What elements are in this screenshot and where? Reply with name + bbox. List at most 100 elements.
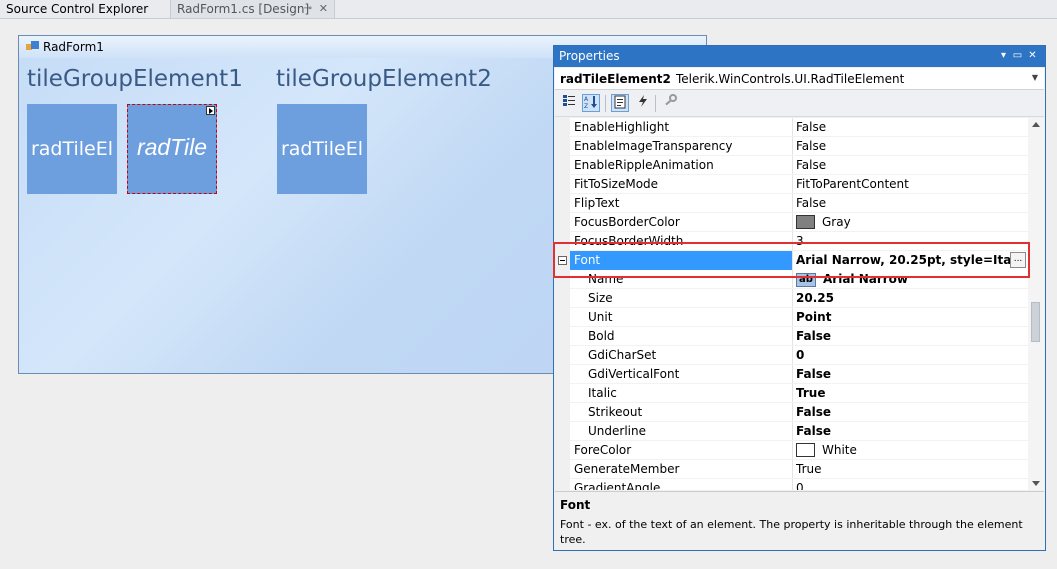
property-row[interactable]: EnableHighlight False bbox=[555, 118, 1028, 137]
property-value[interactable]: False bbox=[796, 365, 1026, 384]
property-name: EnableImageTransparency bbox=[574, 139, 733, 153]
property-grid-scrollbar[interactable] bbox=[1028, 118, 1044, 490]
tab-label: RadForm1.cs [Design] bbox=[177, 2, 310, 16]
property-name: Font bbox=[570, 251, 792, 270]
property-value[interactable]: True bbox=[796, 384, 1026, 403]
property-value[interactable]: False bbox=[796, 194, 1026, 213]
scrollbar-thumb[interactable] bbox=[1031, 302, 1040, 342]
property-value[interactable]: False bbox=[796, 403, 1026, 422]
property-row[interactable]: GradientAngle 0 bbox=[555, 479, 1028, 490]
properties-title: Properties bbox=[559, 49, 620, 63]
property-row[interactable]: ForeColor White bbox=[555, 441, 1028, 460]
property-row[interactable]: Strikeout False bbox=[555, 403, 1028, 422]
events-icon[interactable] bbox=[634, 94, 652, 112]
object-name: radTileElement2 bbox=[560, 72, 671, 86]
property-name: GradientAngle bbox=[574, 481, 661, 490]
property-value[interactable]: 20.25 bbox=[796, 289, 1026, 308]
tab-radform1-design[interactable]: RadForm1.cs [Design] ⊸ ✕ bbox=[170, 0, 335, 18]
description-pane: Font Font - ex. of the text of an elemen… bbox=[555, 491, 1044, 549]
object-type: Telerik.WinControls.UI.RadTileElement bbox=[676, 72, 905, 86]
properties-titlebar: Properties ▾ ▭ ✕ bbox=[554, 46, 1045, 67]
property-row[interactable]: Underline False bbox=[555, 422, 1028, 441]
property-row[interactable]: FlipText False bbox=[555, 194, 1028, 213]
property-value[interactable]: False bbox=[796, 156, 1026, 175]
property-name: FocusBorderColor bbox=[574, 215, 680, 229]
property-row[interactable]: EnableImageTransparency False bbox=[555, 137, 1028, 156]
property-value[interactable]: False bbox=[796, 118, 1026, 137]
categorized-icon[interactable] bbox=[560, 94, 578, 112]
close-icon[interactable]: ✕ bbox=[319, 0, 328, 18]
ellipsis-button[interactable]: ... bbox=[1010, 252, 1026, 268]
property-name: GdiVerticalFont bbox=[588, 367, 680, 381]
property-value-text: White bbox=[822, 443, 857, 457]
property-row[interactable]: Size 20.25 bbox=[555, 289, 1028, 308]
document-tab-strip: Source Control Explorer RadForm1.cs [Des… bbox=[0, 0, 1057, 19]
property-name: FocusBorderWidth bbox=[574, 234, 684, 248]
form-title: RadForm1 bbox=[43, 40, 104, 54]
color-swatch bbox=[796, 214, 815, 229]
property-value-text: Gray bbox=[822, 215, 851, 229]
property-value-text: Arial Narrow bbox=[823, 272, 909, 286]
maximize-icon[interactable]: ▭ bbox=[1011, 49, 1024, 63]
property-row[interactable]: Italic True bbox=[555, 384, 1028, 403]
property-name: GdiCharSet bbox=[588, 348, 657, 362]
tile-selected[interactable]: radTile bbox=[127, 104, 217, 194]
tile[interactable]: radTileEl bbox=[27, 104, 117, 194]
property-name: EnableHighlight bbox=[574, 120, 670, 134]
tile-text: radTile bbox=[136, 134, 208, 160]
property-name: GenerateMember bbox=[574, 462, 680, 476]
smart-tag-icon[interactable] bbox=[206, 106, 215, 115]
property-name: Underline bbox=[588, 424, 646, 438]
property-value[interactable]: White bbox=[796, 441, 1026, 460]
tab-source-control-explorer[interactable]: Source Control Explorer bbox=[0, 0, 168, 18]
alphabetical-icon[interactable]: AZ bbox=[582, 94, 600, 112]
property-value[interactable]: False bbox=[796, 327, 1026, 346]
property-name: Size bbox=[588, 291, 613, 305]
property-value[interactable]: Point bbox=[796, 308, 1026, 327]
tile-text: radTileEl bbox=[30, 138, 114, 160]
form-icon bbox=[26, 41, 39, 52]
property-row[interactable]: Unit Point bbox=[555, 308, 1028, 327]
tile[interactable]: radTileEl bbox=[277, 104, 367, 194]
collapse-icon[interactable] bbox=[558, 256, 567, 265]
property-name: FitToSizeMode bbox=[574, 177, 659, 191]
property-name: Strikeout bbox=[588, 405, 643, 419]
chevron-down-icon[interactable]: ▼ bbox=[1032, 73, 1038, 82]
property-value[interactable]: 0 bbox=[796, 346, 1026, 365]
property-row[interactable]: FitToSizeMode FitToParentContent bbox=[555, 175, 1028, 194]
pin-icon[interactable]: ⊸ bbox=[304, 0, 312, 18]
property-row[interactable]: GdiCharSet 0 bbox=[555, 346, 1028, 365]
properties-icon[interactable] bbox=[611, 94, 629, 112]
property-row-font[interactable]: Font Arial Narrow, 20.25pt, style=Italic… bbox=[555, 251, 1028, 270]
property-value[interactable]: FitToParentContent bbox=[796, 175, 1026, 194]
property-value[interactable]: False bbox=[796, 422, 1026, 441]
property-row[interactable]: Name ab Arial Narrow bbox=[555, 270, 1028, 289]
object-selector[interactable]: radTileElement2 Telerik.WinControls.UI.R… bbox=[555, 68, 1044, 90]
close-icon[interactable]: ✕ bbox=[1026, 49, 1039, 63]
property-row[interactable]: FocusBorderColor Gray bbox=[555, 213, 1028, 232]
property-pages-icon[interactable] bbox=[661, 94, 679, 112]
property-value[interactable]: ab Arial Narrow bbox=[796, 270, 1026, 289]
property-value[interactable]: 3 bbox=[796, 232, 1026, 251]
properties-toolbar: AZ bbox=[555, 91, 1044, 117]
property-value[interactable]: Arial Narrow, 20.25pt, style=Italic bbox=[796, 251, 1026, 270]
property-value[interactable]: True bbox=[796, 460, 1026, 479]
property-row[interactable]: Bold False bbox=[555, 327, 1028, 346]
property-value[interactable]: 0 bbox=[796, 479, 1026, 490]
property-row[interactable]: GdiVerticalFont False bbox=[555, 365, 1028, 384]
property-row[interactable]: EnableRippleAnimation False bbox=[555, 156, 1028, 175]
scroll-down-icon[interactable] bbox=[1032, 481, 1040, 486]
font-preview-icon: ab bbox=[796, 272, 816, 287]
svg-text:A: A bbox=[584, 96, 589, 103]
property-value[interactable]: Gray bbox=[796, 213, 1026, 232]
description-title: Font bbox=[560, 498, 591, 512]
description-text: Font - ex. of the text of an element. Th… bbox=[560, 518, 1023, 546]
property-grid[interactable]: EnableHighlight False EnableImageTranspa… bbox=[555, 118, 1028, 490]
property-row[interactable]: FocusBorderWidth 3 bbox=[555, 232, 1028, 251]
property-name: EnableRippleAnimation bbox=[574, 158, 714, 172]
dropdown-arrow-icon[interactable]: ▾ bbox=[997, 49, 1010, 63]
scroll-up-icon[interactable] bbox=[1032, 122, 1040, 127]
property-row[interactable]: GenerateMember True bbox=[555, 460, 1028, 479]
property-value[interactable]: False bbox=[796, 137, 1026, 156]
property-name: Name bbox=[588, 272, 624, 286]
